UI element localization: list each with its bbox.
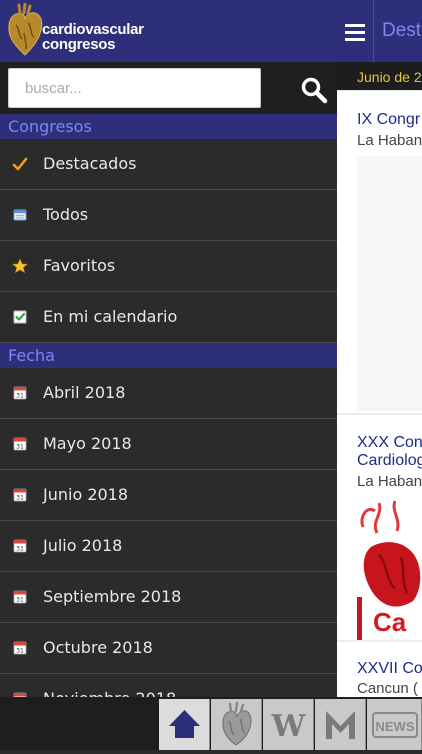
card-location: La Haban bbox=[357, 132, 422, 149]
news-tab-label: NEWS bbox=[376, 719, 415, 734]
section-header-congresos: Congresos bbox=[0, 114, 337, 139]
card-image bbox=[357, 156, 422, 411]
heart-logo-icon bbox=[8, 3, 43, 56]
date-group-header: Junio de 2 bbox=[337, 62, 422, 90]
sidebar: cardiovascular congresos Congresos Desta… bbox=[0, 0, 337, 750]
main-panel: Dest Junio de 2 IX Congr La Haban XXX Co… bbox=[337, 0, 422, 750]
calendar-icon: 31 bbox=[13, 488, 27, 502]
list-icon bbox=[13, 209, 27, 221]
menu-item-label: Junio 2018 bbox=[43, 485, 129, 504]
card-title: IX Congr bbox=[357, 111, 421, 128]
home-tab[interactable] bbox=[159, 699, 210, 750]
star-icon bbox=[12, 258, 28, 274]
menu-item-label: Todos bbox=[43, 205, 89, 224]
w-tab[interactable]: W bbox=[263, 699, 314, 750]
card-location: Cancun ( bbox=[357, 680, 418, 697]
m-icon bbox=[326, 711, 355, 739]
section-header-fecha: Fecha bbox=[0, 343, 337, 368]
m-tab[interactable] bbox=[315, 699, 366, 750]
heart-tab[interactable] bbox=[211, 699, 262, 750]
menu-item-todos[interactable]: Todos bbox=[0, 190, 337, 241]
hamburger-line bbox=[345, 31, 365, 34]
w-icon: W bbox=[271, 709, 307, 744]
check-icon bbox=[12, 157, 28, 171]
card-location: La Haban bbox=[357, 473, 422, 490]
congresos-menu: Destacados Todos Favoritos En mi calenda… bbox=[0, 139, 337, 343]
menu-item-label: Mayo 2018 bbox=[43, 434, 132, 453]
news-tab[interactable]: NEWS bbox=[367, 699, 422, 750]
menu-item-julio-2018[interactable]: 31 Julio 2018 bbox=[0, 521, 337, 572]
logo-line-2: congresos bbox=[42, 36, 116, 53]
calendar-icon: 31 bbox=[13, 641, 27, 655]
news-icon: NEWS bbox=[372, 712, 418, 738]
main-header: Dest bbox=[337, 0, 422, 62]
heart-image: Ca bbox=[357, 497, 422, 640]
logo-text: cardiovascular congresos bbox=[42, 22, 144, 52]
search-input[interactable] bbox=[8, 68, 261, 108]
menu-item-label: Julio 2018 bbox=[43, 536, 123, 555]
congress-card[interactable]: IX Congr La Haban bbox=[337, 91, 422, 413]
menu-item-label: Septiembre 2018 bbox=[43, 587, 182, 606]
menu-item-favoritos[interactable]: Favoritos bbox=[0, 241, 337, 292]
home-icon bbox=[169, 710, 200, 738]
card-image-text: Ca bbox=[373, 607, 407, 637]
svg-text:31: 31 bbox=[16, 546, 24, 553]
menu-item-label: En mi calendario bbox=[43, 307, 178, 326]
menu-item-septiembre-2018[interactable]: 31 Septiembre 2018 bbox=[0, 572, 337, 623]
w-tab-label: W bbox=[271, 709, 307, 744]
menu-item-destacados[interactable]: Destacados bbox=[0, 139, 337, 190]
menu-item-label: Destacados bbox=[43, 154, 137, 173]
menu-item-mayo-2018[interactable]: 31 Mayo 2018 bbox=[0, 419, 337, 470]
search-icon[interactable] bbox=[300, 76, 328, 104]
sidebar-header: cardiovascular congresos bbox=[0, 0, 337, 62]
hamburger-line bbox=[345, 24, 365, 27]
menu-item-octubre-2018[interactable]: 31 Octubre 2018 bbox=[0, 623, 337, 674]
calendar-icon: 31 bbox=[13, 590, 27, 604]
svg-text:31: 31 bbox=[16, 393, 24, 400]
menu-item-label: Favoritos bbox=[43, 256, 116, 275]
menu-item-label: Abril 2018 bbox=[43, 383, 126, 402]
congress-card[interactable]: XXVII Co Cancun ( bbox=[337, 642, 422, 697]
svg-text:31: 31 bbox=[16, 444, 24, 451]
calendar-icon: 31 bbox=[13, 437, 27, 451]
hamburger-line bbox=[345, 38, 365, 41]
menu-item-en-mi-calendario[interactable]: En mi calendario bbox=[0, 292, 337, 343]
bottom-tab-bar: W NEWS bbox=[0, 697, 422, 750]
svg-text:31: 31 bbox=[16, 597, 24, 604]
logo-line-1: cardiovascular bbox=[42, 21, 144, 38]
svg-text:31: 31 bbox=[16, 648, 24, 655]
page-title: Dest bbox=[382, 20, 422, 41]
card-title: XXX Con bbox=[357, 434, 422, 451]
congress-card[interactable]: XXX Con Cardiolog La Haban Ca bbox=[337, 415, 422, 640]
svg-text:31: 31 bbox=[16, 495, 24, 502]
menu-item-abril-2018[interactable]: 31 Abril 2018 bbox=[0, 368, 337, 419]
card-title: XXVII Co bbox=[357, 660, 422, 677]
menu-item-label: Octubre 2018 bbox=[43, 638, 153, 657]
menu-item-junio-2018[interactable]: 31 Junio 2018 bbox=[0, 470, 337, 521]
calendar-check-icon bbox=[13, 310, 27, 324]
calendar-icon: 31 bbox=[13, 386, 27, 400]
heart-icon bbox=[222, 701, 252, 746]
search-bar bbox=[0, 62, 337, 114]
menu-toggle-button[interactable] bbox=[337, 0, 374, 62]
fecha-menu: 31 Abril 2018 31 Mayo 2018 31 Junio 2018… bbox=[0, 368, 337, 725]
calendar-icon: 31 bbox=[13, 539, 27, 553]
card-title: Cardiolog bbox=[357, 452, 422, 469]
